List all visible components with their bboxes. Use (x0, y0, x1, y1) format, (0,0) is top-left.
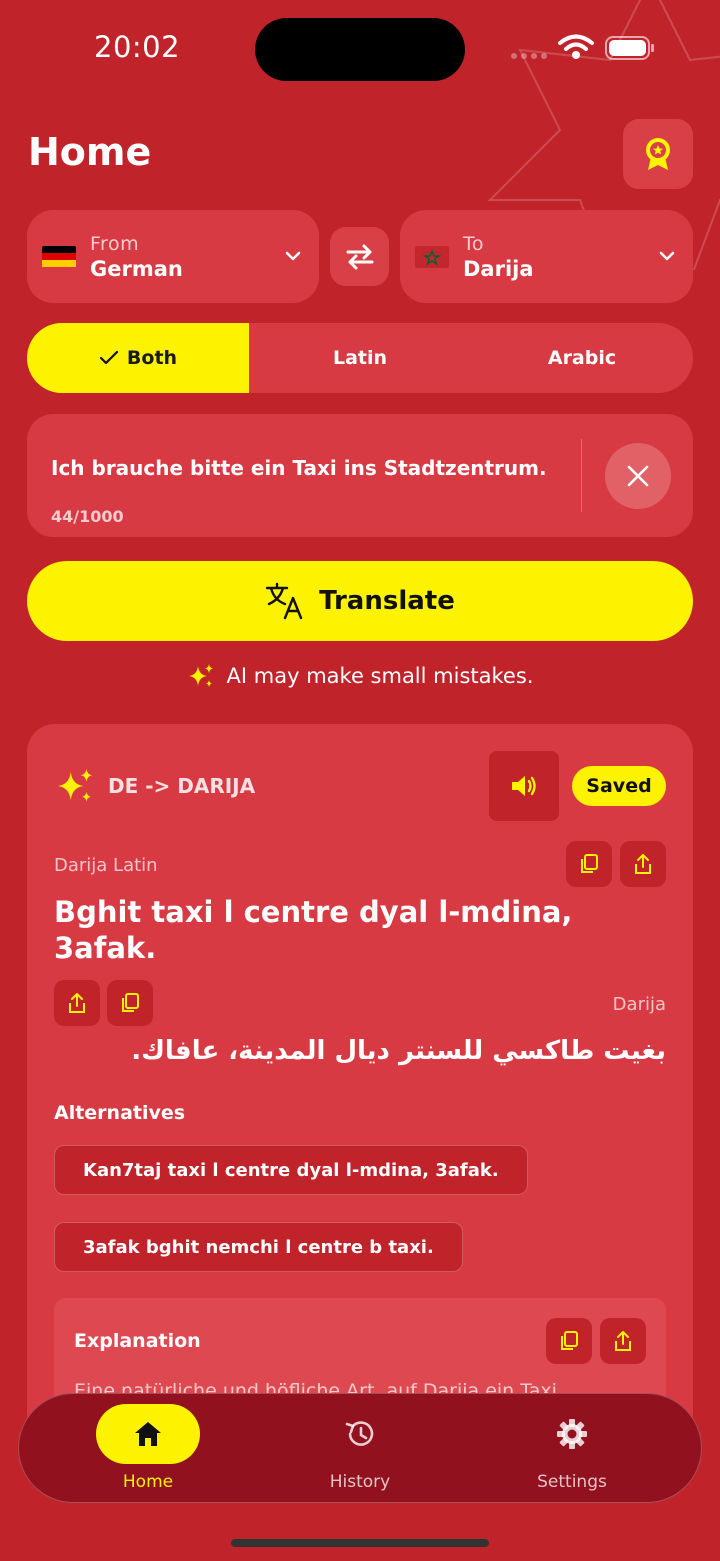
sparkles-icon (57, 768, 93, 802)
segment-both[interactable]: Both (27, 323, 249, 393)
source-language-value: German (90, 256, 183, 281)
nav-history-label: History (329, 1472, 391, 1492)
target-language-value: Darija (463, 256, 534, 281)
nav-history[interactable]: History (260, 1394, 460, 1504)
nav-settings-label: Settings (537, 1472, 607, 1492)
clear-input-button[interactable] (605, 443, 671, 509)
source-text-input[interactable]: Ich brauche bitte ein Taxi ins Stadtzent… (51, 456, 547, 480)
checkmark-icon (99, 350, 119, 365)
cellular-signal-icon (511, 53, 547, 59)
target-language-select[interactable]: To Darija (400, 210, 693, 303)
alternatives-title: Alternatives (54, 1102, 186, 1124)
gear-icon (557, 1419, 587, 1449)
saved-badge[interactable]: Saved (572, 766, 666, 806)
translate-button[interactable]: Translate (27, 561, 693, 641)
explanation-title: Explanation (74, 1330, 201, 1352)
source-text-input-card[interactable]: Ich brauche bitte ein Taxi ins Stadtzent… (27, 414, 693, 537)
ai-disclaimer: AI may make small mistakes. (0, 662, 720, 690)
copy-icon (561, 1331, 578, 1350)
share-icon (635, 854, 651, 874)
share-explanation-button[interactable] (600, 1318, 646, 1364)
target-language-label: To (463, 232, 485, 255)
input-divider (581, 439, 582, 512)
home-icon (135, 1422, 161, 1446)
translate-icon (265, 582, 303, 620)
chevron-down-icon (285, 251, 301, 261)
segment-arabic-label: Arabic (547, 347, 617, 369)
chevron-down-icon (659, 251, 675, 261)
segment-latin-label: Latin (332, 347, 388, 369)
home-indicator (231, 1539, 489, 1547)
page-title: Home (28, 130, 152, 174)
latin-translation: Bghit taxi l centre dyal l-mdina, 3afak. (54, 895, 573, 965)
source-language-label: From (90, 232, 140, 255)
copy-icon (581, 854, 598, 873)
close-icon (627, 465, 649, 487)
swap-icon (346, 244, 373, 269)
nav-home[interactable]: Home (48, 1394, 248, 1504)
wifi-icon (558, 34, 594, 59)
copy-latin-button[interactable] (566, 841, 612, 887)
alternative-item[interactable]: 3afak bghit nemchi l centre b taxi. (54, 1222, 463, 1272)
copy-icon (122, 993, 139, 1012)
share-arabic-button[interactable] (54, 980, 100, 1026)
script-mode-segmented-control: Both Latin Arabic (27, 323, 693, 393)
translation-result-card: DE -> DARIJA Saved Darija Latin Bghit ta… (27, 724, 693, 1424)
arabic-label: Darija (612, 994, 666, 1015)
arabic-translation: بغيت طاكسي للسنتر ديال المدينة، عافاك. (131, 1036, 666, 1066)
character-counter: 44/1000 (51, 507, 124, 526)
morocco-flag-icon (415, 245, 449, 268)
bottom-navigation: Home History Settings (18, 1393, 702, 1503)
source-language-select[interactable]: From German (27, 210, 319, 303)
dynamic-island (255, 18, 465, 81)
copy-arabic-button[interactable] (107, 980, 153, 1026)
segment-both-label: Both (126, 347, 178, 369)
share-icon (615, 1331, 631, 1351)
translate-button-label: Translate (319, 586, 455, 616)
translation-direction: DE -> DARIJA (108, 774, 256, 798)
battery-icon (605, 36, 654, 60)
share-icon (69, 993, 85, 1013)
segment-arabic[interactable]: Arabic (471, 323, 693, 393)
latin-label: Darija Latin (54, 855, 158, 876)
copy-explanation-button[interactable] (546, 1318, 592, 1364)
ai-disclaimer-text: AI may make small mistakes. (226, 664, 534, 688)
sparkles-icon (188, 664, 213, 687)
speaker-icon (512, 776, 536, 796)
award-icon (646, 138, 670, 170)
swap-languages-button[interactable] (330, 227, 389, 286)
german-flag-icon (42, 245, 76, 268)
play-audio-button[interactable] (489, 751, 559, 821)
achievements-button[interactable] (623, 119, 693, 189)
nav-settings[interactable]: Settings (472, 1394, 672, 1504)
nav-home-label: Home (122, 1472, 174, 1492)
alternative-item[interactable]: Kan7taj taxi l centre dyal l-mdina, 3afa… (54, 1145, 528, 1195)
status-time: 20:02 (94, 30, 181, 64)
segment-latin[interactable]: Latin (249, 323, 471, 393)
history-icon (345, 1421, 374, 1446)
share-latin-button[interactable] (620, 841, 666, 887)
